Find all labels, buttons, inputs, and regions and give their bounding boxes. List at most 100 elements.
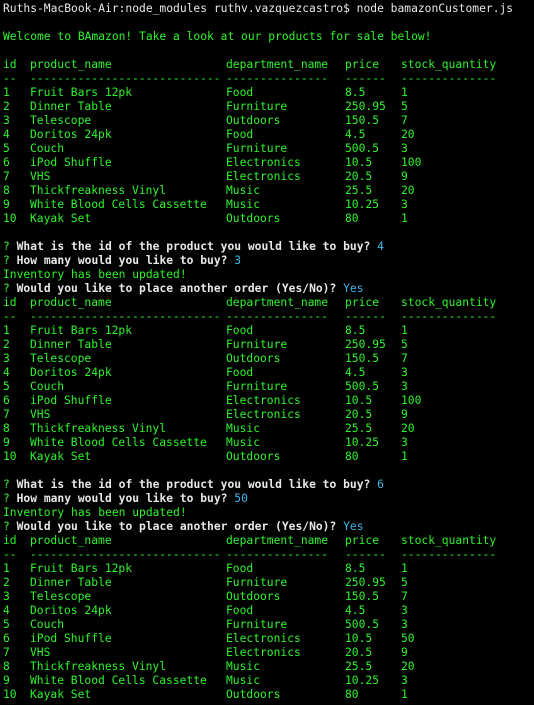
table-row: 3 Telescope Outdoors 150.5 7 (3, 114, 531, 128)
cell-product-name: iPod Shuffle (30, 394, 112, 407)
header-stock-quantity: stock_quantity (401, 296, 497, 309)
prompt-answer: Yes (343, 520, 364, 533)
divider-id: -- (3, 548, 17, 561)
order-prompt-group: ? What is the id of the product you woul… (3, 240, 531, 296)
cell-price: 150.5 (345, 352, 380, 365)
cell-id: 6 (3, 394, 10, 407)
quantity-prompt[interactable]: ? How many would you like to buy? 3 (3, 254, 531, 268)
cell-department-name: Food (226, 86, 254, 99)
cell-id: 10 (3, 688, 17, 701)
table-row: 7 VHS Electronics 20.5 9 (3, 170, 531, 184)
another-order-prompt[interactable]: ? Would you like to place another order … (3, 282, 531, 296)
product-id-prompt[interactable]: ? What is the id of the product you woul… (3, 240, 531, 254)
table-row: 5 Couch Furniture 500.5 3 (3, 142, 531, 156)
header-id: id (3, 296, 17, 309)
cell-department-name: Outdoors (226, 352, 281, 365)
cell-id: 2 (3, 100, 10, 113)
cell-product-name: VHS (30, 408, 51, 421)
cell-product-name: Dinner Table (30, 100, 112, 113)
divider-stock-quantity: -------------- (401, 72, 497, 85)
prompt-question-mark: ? (3, 254, 10, 267)
cell-product-name: VHS (30, 646, 51, 659)
cell-price: 80 (345, 212, 359, 225)
terminal-output[interactable]: Ruths-MacBook-Air:node_modules ruthv.vaz… (3, 2, 531, 702)
cell-department-name: Outdoors (226, 688, 281, 701)
cell-id: 8 (3, 422, 10, 435)
cell-id: 2 (3, 576, 10, 589)
cell-stock-quantity: 9 (401, 408, 408, 421)
header-stock-quantity: stock_quantity (401, 58, 497, 71)
cell-price: 25.5 (345, 660, 373, 673)
cell-stock-quantity: 3 (401, 604, 408, 617)
cell-id: 3 (3, 590, 10, 603)
header-product-name: product_name (30, 296, 112, 309)
table-row: 4 Doritos 24pk Food 4.5 20 (3, 128, 531, 142)
cell-product-name: Kayak Set (30, 212, 92, 225)
cell-stock-quantity: 1 (401, 450, 408, 463)
prompt-answer: Yes (343, 282, 364, 295)
table-row: 8 Thickfreakness Vinyl Music 25.5 20 (3, 660, 531, 674)
cell-stock-quantity: 9 (401, 646, 408, 659)
cell-department-name: Furniture (226, 142, 288, 155)
cell-stock-quantity: 3 (401, 618, 408, 631)
table-row: 10 Kayak Set Outdoors 80 1 (3, 688, 531, 702)
divider-stock-quantity: -------------- (401, 310, 497, 323)
divider-id: -- (3, 310, 17, 323)
table-row: 1 Fruit Bars 12pk Food 8.5 1 (3, 562, 531, 576)
prompt-question: How many would you like to buy? (16, 492, 228, 505)
table-row: 1 Fruit Bars 12pk Food 8.5 1 (3, 86, 531, 100)
header-id: id (3, 534, 17, 547)
divider-id: -- (3, 72, 17, 85)
cell-stock-quantity: 7 (401, 590, 408, 603)
cell-price: 4.5 (345, 604, 366, 617)
quantity-prompt[interactable]: ? How many would you like to buy? 50 (3, 492, 531, 506)
table-row: 4 Doritos 24pk Food 4.5 3 (3, 604, 531, 618)
table-row: 7 VHS Electronics 20.5 9 (3, 408, 531, 422)
another-order-prompt[interactable]: ? Would you like to place another order … (3, 520, 531, 534)
table-row: 9 White Blood Cells Cassette Music 10.25 3 (3, 674, 531, 688)
cell-product-name: Telescope (30, 114, 92, 127)
product-id-prompt[interactable]: ? What is the id of the product you woul… (3, 478, 531, 492)
cell-stock-quantity: 20 (401, 184, 415, 197)
table-row: 2 Dinner Table Furniture 250.95 5 (3, 338, 531, 352)
command-line: Ruths-MacBook-Air:node_modules ruthv.vaz… (3, 2, 514, 15)
cell-department-name: Outdoors (226, 450, 281, 463)
cell-department-name: Food (226, 604, 254, 617)
prompt-question: What is the id of the product you would … (16, 240, 371, 253)
divider-product-name: ---------------------------- (30, 72, 221, 85)
prompt-answer: 4 (377, 240, 384, 253)
cell-stock-quantity: 3 (401, 674, 408, 687)
cell-product-name: White Blood Cells Cassette (30, 436, 207, 449)
cell-department-name: Music (226, 660, 261, 673)
table-row: 2 Dinner Table Furniture 250.95 5 (3, 576, 531, 590)
cell-price: 500.5 (345, 618, 380, 631)
terminal-window[interactable]: { "command_line": "Ruths-MacBook-Air:nod… (0, 0, 534, 705)
cell-stock-quantity: 1 (401, 562, 408, 575)
cell-price: 150.5 (345, 114, 380, 127)
cell-price: 20.5 (345, 408, 373, 421)
cell-department-name: Food (226, 128, 254, 141)
cell-price: 25.5 (345, 184, 373, 197)
cell-price: 250.95 (345, 338, 386, 351)
divider-product-name: ---------------------------- (30, 310, 221, 323)
cell-price: 80 (345, 450, 359, 463)
inventory-updated-message: Inventory has been updated! (3, 268, 187, 281)
cell-department-name: Music (226, 422, 261, 435)
cell-price: 8.5 (345, 324, 366, 337)
divider-price: ------ (345, 72, 386, 85)
cell-stock-quantity: 3 (401, 366, 408, 379)
cell-price: 8.5 (345, 562, 366, 575)
table-row: 5 Couch Furniture 500.5 3 (3, 618, 531, 632)
cell-id: 1 (3, 86, 10, 99)
cell-id: 10 (3, 450, 17, 463)
cell-price: 80 (345, 688, 359, 701)
cell-id: 1 (3, 562, 10, 575)
cell-id: 4 (3, 366, 10, 379)
cell-product-name: Kayak Set (30, 688, 92, 701)
table-header: id product_name department_name price st… (3, 296, 531, 310)
cell-department-name: Outdoors (226, 590, 281, 603)
cell-stock-quantity: 20 (401, 422, 415, 435)
divider-stock-quantity: -------------- (401, 548, 497, 561)
cell-price: 10.5 (345, 632, 373, 645)
